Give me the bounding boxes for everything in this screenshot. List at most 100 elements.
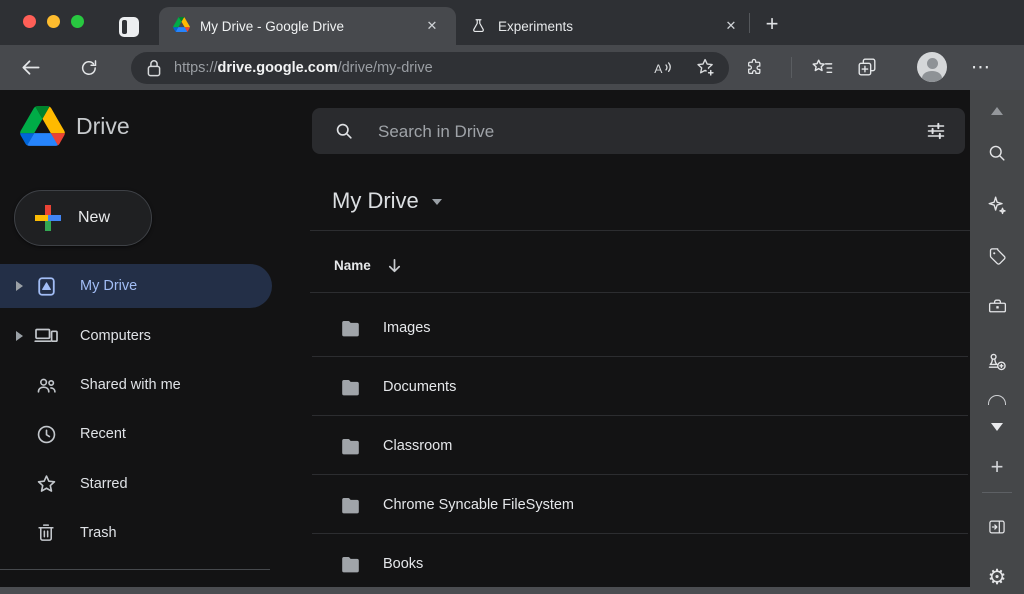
url-path: /drive/my-drive <box>338 60 433 76</box>
folder-icon <box>340 378 361 396</box>
traffic-light-close[interactable] <box>23 15 36 28</box>
folder-row[interactable]: Images <box>310 298 968 357</box>
folder-icon <box>340 555 361 573</box>
tab-my-drive[interactable]: My Drive - Google Drive ✕ <box>159 7 456 45</box>
sidebar-divider <box>982 492 1012 493</box>
sidebar-item-shared-with-me[interactable]: Shared with me <box>0 363 272 407</box>
shared-with-me-icon <box>34 374 58 397</box>
sidebar-item-label: Starred <box>80 476 128 492</box>
sidebar-item-my-drive[interactable]: My Drive <box>0 264 272 308</box>
sidebar-search-icon[interactable] <box>970 143 1024 163</box>
add-favorite-icon[interactable] <box>695 57 717 79</box>
folder-row[interactable]: Books <box>310 534 968 593</box>
window-bottom-edge <box>0 587 970 594</box>
sidebar-item-starred[interactable]: Starred <box>0 462 272 506</box>
svg-text:A: A <box>654 62 663 76</box>
page-title[interactable]: My Drive <box>332 188 419 214</box>
tab-actions-pane <box>122 20 127 34</box>
folder-name: Classroom <box>383 438 452 454</box>
settings-more-icon[interactable]: ⋯ <box>966 53 996 81</box>
folder-row[interactable]: Chrome Syncable FileSystem <box>310 475 968 534</box>
folder-name: Chrome Syncable FileSystem <box>383 497 574 513</box>
address-toolbar: https://drive.google.com/drive/my-drive … <box>0 45 1024 90</box>
edge-sidebar: + ⚙ <box>970 90 1024 594</box>
google-plus-icon <box>35 205 61 231</box>
refresh-button[interactable] <box>79 58 99 78</box>
profile-avatar[interactable] <box>917 52 947 82</box>
url-host: drive.google.com <box>218 60 338 76</box>
browser-window: My Drive - Google Drive ✕ Experiments ✕ … <box>0 0 1024 594</box>
recent-clock-icon <box>34 423 58 446</box>
my-drive-icon <box>34 275 58 298</box>
search-input[interactable] <box>376 108 880 156</box>
sort-direction-icon[interactable] <box>386 257 403 274</box>
sidebar-games-icon[interactable] <box>970 351 1024 373</box>
sidebar-item-label: Recent <box>80 426 126 442</box>
sidebar-item-computers[interactable]: Computers <box>0 314 272 358</box>
new-tab-button[interactable]: + <box>757 8 787 40</box>
avatar-body <box>922 71 942 82</box>
tab-close-icon[interactable]: ✕ <box>720 15 742 37</box>
collections-icon[interactable] <box>856 56 878 78</box>
sidebar-discover-sparkles-icon[interactable] <box>970 194 1024 216</box>
tab-experiments[interactable]: Experiments ✕ <box>456 7 749 45</box>
traffic-light-minimize[interactable] <box>47 15 60 28</box>
sidebar-scroll-up-icon[interactable] <box>970 107 1024 115</box>
expand-caret-icon[interactable] <box>12 331 26 341</box>
sidebar-bottom-divider <box>0 569 270 570</box>
back-button[interactable] <box>19 56 42 79</box>
new-button[interactable]: New <box>14 190 152 246</box>
folder-icon <box>340 437 361 455</box>
sidebar-hidden-item-icon[interactable] <box>970 395 1024 405</box>
star-icon <box>34 473 58 496</box>
drive-search-bar[interactable] <box>312 108 965 154</box>
lock-icon[interactable] <box>147 59 161 77</box>
sidebar-item-trash[interactable]: Trash <box>0 511 272 555</box>
computers-icon <box>34 325 58 347</box>
expand-caret-icon[interactable] <box>12 281 26 291</box>
search-icon[interactable] <box>334 121 354 141</box>
sidebar-add-icon[interactable]: + <box>970 454 1024 480</box>
sidebar-open-panel-icon[interactable] <box>970 517 1024 537</box>
url-scheme: https:// <box>174 60 218 76</box>
folder-row[interactable]: Documents <box>310 357 968 416</box>
sidebar-item-recent[interactable]: Recent <box>0 412 272 456</box>
trash-icon <box>34 522 58 544</box>
avatar-head <box>927 58 938 69</box>
column-header-name[interactable]: Name <box>334 258 371 273</box>
tab-strip-divider <box>749 13 750 33</box>
title-dropdown-icon[interactable] <box>432 199 442 205</box>
favorites-icon[interactable] <box>811 56 834 79</box>
traffic-light-zoom[interactable] <box>71 15 84 28</box>
sidebar-item-label: Computers <box>80 328 151 344</box>
folder-row[interactable]: Classroom <box>310 416 968 475</box>
sidebar-settings-gear-icon[interactable]: ⚙ <box>970 565 1024 590</box>
tab-actions-menu-icon[interactable] <box>119 17 139 37</box>
tab-title: My Drive - Google Drive <box>200 19 344 34</box>
sidebar-item-label: Shared with me <box>80 377 181 393</box>
address-bar[interactable]: https://drive.google.com/drive/my-drive … <box>131 52 729 84</box>
tab-bar: My Drive - Google Drive ✕ Experiments ✕ … <box>0 0 1024 45</box>
sidebar-item-label: Trash <box>80 525 117 541</box>
tab-close-icon[interactable]: ✕ <box>421 15 443 37</box>
tab-title: Experiments <box>498 19 573 34</box>
sidebar-item-label: My Drive <box>80 278 137 294</box>
toolbar-divider <box>791 57 792 78</box>
list-header-divider <box>310 292 970 293</box>
drive-logo[interactable] <box>20 106 65 146</box>
folder-name: Books <box>383 556 423 572</box>
new-button-label: New <box>78 209 110 227</box>
sidebar-shopping-tag-icon[interactable] <box>970 246 1024 267</box>
drive-favicon <box>173 17 190 32</box>
read-aloud-icon[interactable]: A <box>652 58 673 79</box>
extensions-icon[interactable] <box>744 57 764 77</box>
sidebar-tools-icon[interactable] <box>970 296 1024 317</box>
search-options-icon[interactable] <box>926 121 946 141</box>
drive-app: Drive New <box>0 90 970 594</box>
sidebar-scroll-down-icon[interactable] <box>970 423 1024 431</box>
folder-name: Documents <box>383 379 456 395</box>
folder-icon <box>340 496 361 514</box>
folder-icon <box>340 319 361 337</box>
url-text: https://drive.google.com/drive/my-drive <box>174 60 433 76</box>
header-divider <box>310 230 970 231</box>
